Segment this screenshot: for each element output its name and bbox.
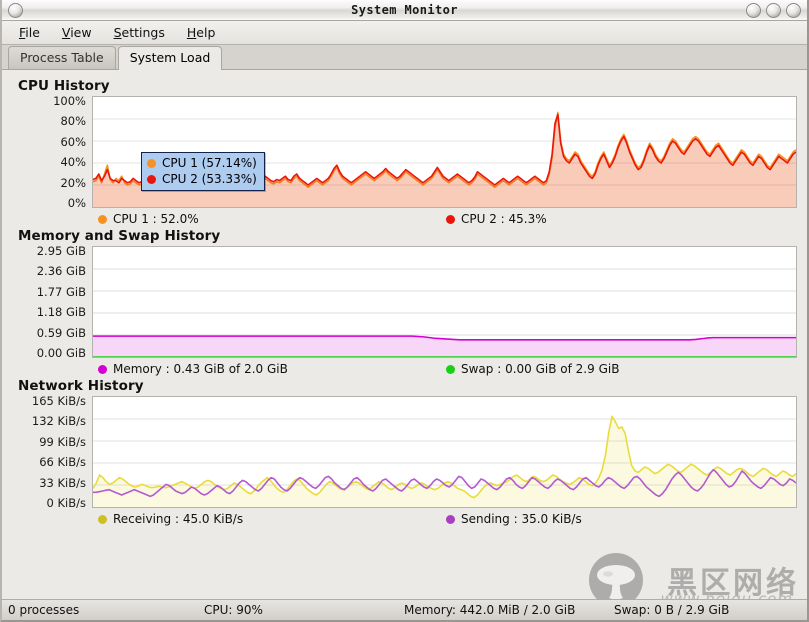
tab-system-load[interactable]: System Load bbox=[117, 46, 223, 70]
memory-legend-dot bbox=[98, 364, 107, 374]
receiving-legend-label: Receiving : 45.0 KiB/s bbox=[113, 512, 244, 526]
memory-legend-label: Memory : 0.43 GiB of 2.0 GiB bbox=[113, 362, 288, 376]
sending-legend-label: Sending : 35.0 KiB/s bbox=[461, 512, 582, 526]
statusbar: 0 processes CPU: 90% Memory: 442.0 MiB /… bbox=[2, 599, 807, 620]
memory-legend-entry: Memory : 0.43 GiB of 2.0 GiB bbox=[98, 362, 446, 376]
cpu-tooltip-row-1: CPU 1 (57.14%) bbox=[147, 155, 257, 171]
system-load-panel: CPU History 100% 80% 60% 40% 20% 0% CPU … bbox=[2, 70, 807, 605]
menu-file[interactable]: File bbox=[10, 23, 49, 42]
cpu2-legend-entry: CPU 2 : 45.3% bbox=[446, 212, 547, 226]
memory-y-axis: 2.95 GiB 2.36 GiB 1.77 GiB 1.18 GiB 0.59… bbox=[12, 244, 92, 360]
cpu1-legend-label: CPU 1 : 52.0% bbox=[113, 212, 199, 226]
cpu1-legend-dot bbox=[98, 214, 107, 224]
titlebar: System Monitor bbox=[2, 0, 807, 21]
swap-legend-entry: Swap : 0.00 GiB of 2.9 GiB bbox=[446, 362, 619, 376]
menu-file-rest: ile bbox=[25, 25, 40, 40]
sending-legend-entry: Sending : 35.0 KiB/s bbox=[446, 512, 582, 526]
network-ytick-4: 33 KiB/s bbox=[39, 475, 86, 490]
cpu-tooltip-row-2: CPU 2 (53.33%) bbox=[147, 171, 257, 187]
network-ytick-5: 0 KiB/s bbox=[46, 495, 86, 510]
close-button[interactable] bbox=[786, 3, 801, 18]
cpu-ytick-0: 100% bbox=[53, 94, 86, 108]
network-ytick-0: 165 KiB/s bbox=[31, 394, 86, 408]
network-legend: Receiving : 45.0 KiB/s Sending : 35.0 Ki… bbox=[12, 512, 797, 526]
status-memory: Memory: 442.0 MiB / 2.0 GiB bbox=[404, 603, 576, 617]
menu-help-rest: elp bbox=[196, 25, 216, 40]
swap-legend-label: Swap : 0.00 GiB of 2.9 GiB bbox=[461, 362, 620, 376]
receiving-legend-entry: Receiving : 45.0 KiB/s bbox=[98, 512, 446, 526]
menu-settings-rest: ettings bbox=[121, 25, 165, 40]
network-ytick-1: 132 KiB/s bbox=[31, 414, 86, 429]
status-cpu: CPU: 90% bbox=[204, 603, 263, 617]
memory-ytick-4: 0.59 GiB bbox=[36, 325, 86, 340]
maximize-button[interactable] bbox=[766, 3, 781, 18]
memory-legend: Memory : 0.43 GiB of 2.0 GiB Swap : 0.00… bbox=[12, 362, 797, 376]
memory-chart-svg bbox=[93, 268, 796, 357]
memory-ytick-1: 2.36 GiB bbox=[36, 264, 86, 279]
cpu-history-plot[interactable]: CPU 1 (57.14%) CPU 2 (53.33%) bbox=[92, 96, 797, 208]
cpu-legend: CPU 1 : 52.0% CPU 2 : 45.3% bbox=[12, 212, 797, 226]
cpu2-legend-dot bbox=[446, 214, 455, 224]
window-controls bbox=[746, 3, 801, 18]
memory-ytick-2: 1.77 GiB bbox=[36, 284, 86, 299]
memory-history-plot[interactable] bbox=[92, 246, 797, 358]
minimize-button[interactable] bbox=[746, 3, 761, 18]
status-swap: Swap: 0 B / 2.9 GiB bbox=[614, 603, 730, 617]
menu-view[interactable]: View bbox=[53, 23, 101, 42]
network-history-section: Network History 165 KiB/s 132 KiB/s 99 K… bbox=[12, 378, 797, 526]
memory-ytick-5: 0.00 GiB bbox=[36, 345, 86, 360]
network-ytick-2: 99 KiB/s bbox=[39, 434, 86, 449]
status-processes: 0 processes bbox=[8, 603, 80, 617]
cpu1-tooltip-label: CPU 1 (57.14%) bbox=[162, 156, 257, 170]
cpu-ytick-3: 40% bbox=[60, 155, 86, 170]
receiving-legend-dot bbox=[98, 514, 107, 524]
cpu2-legend-label: CPU 2 : 45.3% bbox=[461, 212, 547, 226]
network-history-title: Network History bbox=[18, 378, 144, 394]
cpu1-legend-entry: CPU 1 : 52.0% bbox=[98, 212, 446, 226]
memory-ytick-3: 1.18 GiB bbox=[36, 305, 86, 320]
cpu1-tooltip-dot bbox=[147, 158, 156, 168]
network-y-axis: 165 KiB/s 132 KiB/s 99 KiB/s 66 KiB/s 33… bbox=[12, 394, 92, 510]
tab-process-table[interactable]: Process Table bbox=[8, 46, 116, 69]
network-chart-svg bbox=[93, 397, 796, 507]
menu-settings[interactable]: Settings bbox=[105, 23, 174, 42]
cpu-ytick-1: 80% bbox=[60, 114, 86, 129]
cpu-history-title: CPU History bbox=[18, 78, 110, 94]
network-ytick-3: 66 KiB/s bbox=[39, 455, 86, 470]
network-history-plot[interactable] bbox=[92, 396, 797, 508]
cpu2-tooltip-label: CPU 2 (53.33%) bbox=[162, 172, 257, 186]
sending-legend-dot bbox=[446, 514, 455, 524]
cpu-history-section: CPU History 100% 80% 60% 40% 20% 0% CPU … bbox=[12, 78, 797, 226]
cpu2-tooltip-dot bbox=[147, 174, 156, 184]
system-monitor-window: System Monitor File View Settings Help P… bbox=[0, 0, 809, 622]
network-graph-row: 165 KiB/s 132 KiB/s 99 KiB/s 66 KiB/s 33… bbox=[12, 394, 797, 510]
cpu-ytick-5: 0% bbox=[67, 195, 86, 210]
memory-ytick-0: 2.95 GiB bbox=[36, 244, 86, 258]
cpu-tooltip: CPU 1 (57.14%) CPU 2 (53.33%) bbox=[141, 152, 265, 191]
cpu-graph-row: 100% 80% 60% 40% 20% 0% CPU 1 (57.14%) C… bbox=[12, 94, 797, 210]
cpu-ytick-4: 20% bbox=[60, 175, 86, 190]
cpu-y-axis: 100% 80% 60% 40% 20% 0% bbox=[12, 94, 92, 210]
memory-history-title: Memory and Swap History bbox=[18, 228, 221, 244]
tabbar: Process Table System Load bbox=[2, 45, 807, 70]
window-title: System Monitor bbox=[351, 3, 458, 17]
memory-history-section: Memory and Swap History 2.95 GiB 2.36 Gi… bbox=[12, 228, 797, 376]
menubar: File View Settings Help bbox=[2, 21, 807, 45]
swap-legend-dot bbox=[446, 364, 455, 374]
memory-graph-row: 2.95 GiB 2.36 GiB 1.77 GiB 1.18 GiB 0.59… bbox=[12, 244, 797, 360]
cpu-ytick-2: 60% bbox=[60, 134, 86, 149]
menu-help[interactable]: Help bbox=[178, 23, 225, 42]
menu-view-rest: iew bbox=[70, 25, 92, 40]
